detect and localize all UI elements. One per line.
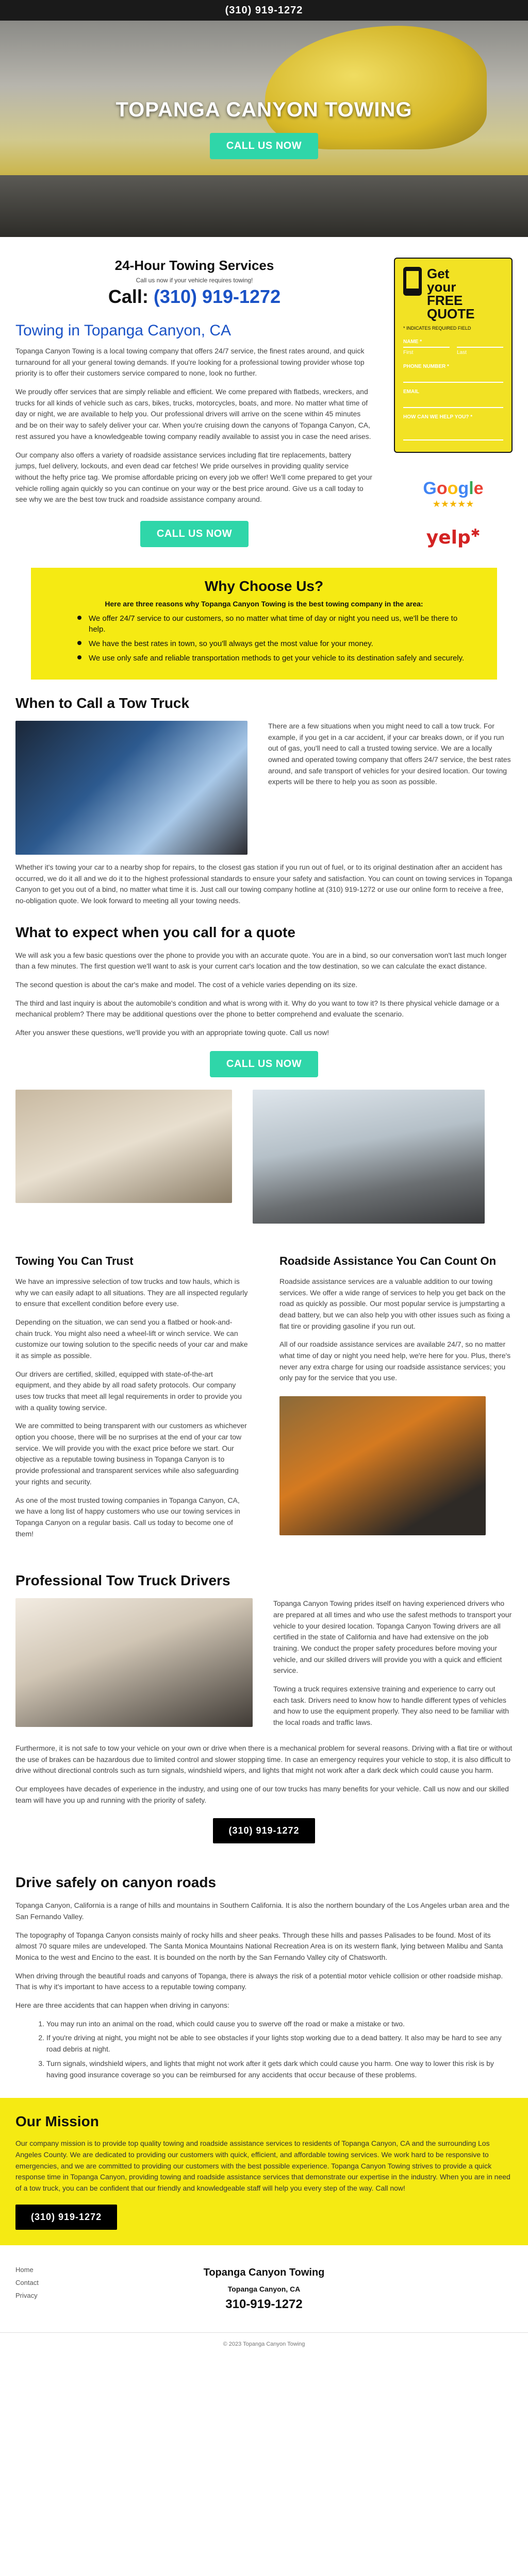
intro-small: Call us now if your vehicle requires tow… — [136, 277, 253, 284]
towing-location-heading: Towing in Topanga Canyon, CA — [15, 322, 232, 339]
expect-heading: What to expect when you call for a quote — [15, 924, 295, 940]
call-label: Call: — [108, 286, 148, 307]
accident-list: You may run into an animal on the road, … — [15, 2019, 513, 2080]
intro-section: 24-Hour Towing Services Call us now if y… — [0, 237, 528, 563]
canyon-p3: When driving through the beautiful roads… — [15, 1971, 503, 1991]
quote-form: Get your FREE QUOTE * INDICATES REQUIRED FI… — [394, 258, 513, 453]
roadside-p2: All of our roadside assistance services … — [279, 1340, 511, 1382]
why-list: We offer 24/7 service to our customers, … — [62, 613, 466, 664]
why-choose-us: Why Choose Us? Here are three reasons wh… — [31, 567, 497, 680]
why-item: We use only safe and reliable transporta… — [77, 653, 466, 664]
broken-car-image — [15, 720, 248, 855]
expect-section: What to expect when you call for a quote… — [0, 919, 528, 1249]
top-phone-bar[interactable]: (310) 919-1272 — [0, 0, 528, 21]
last-name-input[interactable] — [457, 347, 503, 348]
intro-p3: Our company also offers a variety of roa… — [15, 450, 372, 504]
yelp-logo[interactable]: yelp✱ — [394, 527, 513, 548]
drivers-p1: Topanga Canyon Towing prides itself on h… — [273, 1599, 512, 1675]
expect-p4: After you answer these questions, we'll … — [15, 1028, 329, 1037]
intro-p1: Topanga Canyon Towing is a local towing … — [15, 347, 365, 378]
footer-links: Home Contact Privacy — [15, 2261, 119, 2312]
when-p2: Whether it's towing your car to a nearby… — [15, 862, 513, 905]
why-heading: Why Choose Us? — [204, 578, 324, 594]
email-input[interactable] — [403, 407, 503, 408]
help-label: HOW CAN WE HELP YOU? * — [403, 414, 473, 420]
when-p1: There are a few situations when you migh… — [268, 721, 511, 786]
intro-call: Call: (310) 919-1272 — [15, 286, 373, 308]
roadside-p1: Roadside assistance services are a valua… — [279, 1277, 510, 1330]
when-section: When to Call a Tow Truck There are a few… — [0, 690, 528, 919]
hero-road-image — [0, 175, 528, 237]
trust-p4: We are committed to being transparent wi… — [15, 1421, 247, 1486]
canyon-heading: Drive safely on canyon roads — [15, 1874, 217, 1891]
drivers-heading: Professional Tow Truck Drivers — [15, 1572, 230, 1589]
trust-roadside-section: Towing You Can Trust We have an impressi… — [0, 1249, 528, 1552]
phone-label: PHONE NUMBER * — [403, 364, 449, 369]
help-textarea[interactable] — [403, 439, 503, 440]
google-logo: Google — [423, 479, 484, 498]
expect-p1: We will ask you a few basic questions ov… — [15, 951, 507, 971]
canyon-section: Drive safely on canyon roads Topanga Can… — [0, 1869, 528, 2093]
intro-call-button[interactable]: CALL US NOW — [140, 520, 249, 547]
first-name-input[interactable] — [403, 347, 450, 348]
accident-item: Turn signals, windshield wipers, and lig… — [46, 2058, 513, 2080]
canyon-p2: The topography of Topanga Canyon consist… — [15, 1930, 503, 1961]
intro-heading: 24-Hour Towing Services — [114, 258, 274, 273]
footer: Home Contact Privacy Topanga Canyon Towi… — [0, 2245, 528, 2317]
hero-car-image — [265, 26, 487, 149]
accident-item: You may run into an animal on the road, … — [46, 2019, 513, 2030]
intro-p2: We proudly offer services that are simpl… — [15, 387, 371, 440]
trust-p1: We have an impressive selection of tow t… — [15, 1277, 248, 1308]
accident-item: If you're driving at night, you might no… — [46, 2032, 513, 2055]
expect-p2: The second question is about the car's m… — [15, 980, 358, 989]
canyon-p1: Topanga Canyon, California is a range of… — [15, 1901, 510, 1921]
drivers-p2: Towing a truck requires extensive traini… — [273, 1685, 509, 1727]
mission-section: Our Mission Our company mission is to pr… — [0, 2098, 528, 2245]
roadside-heading: Roadside Assistance You Can Count On — [279, 1254, 497, 1267]
why-lead: Here are three reasons why Topanga Canyo… — [105, 599, 423, 608]
mission-phone-button[interactable]: (310) 919-1272 — [15, 2204, 118, 2230]
rating-stars: ★★★★★ — [432, 499, 474, 509]
phone-icon — [403, 267, 422, 296]
email-label: EMAIL — [403, 389, 420, 395]
mission-heading: Our Mission — [15, 2113, 99, 2130]
footer-link-home[interactable]: Home — [15, 2266, 119, 2274]
drivers-section: Professional Tow Truck Drivers Topanga C… — [0, 1567, 528, 1869]
tow-driver-image — [15, 1598, 253, 1727]
why-item: We have the best rates in town, so you'l… — [77, 638, 466, 649]
trust-heading: Towing You Can Trust — [15, 1254, 134, 1267]
footer-link-contact[interactable]: Contact — [15, 2279, 119, 2286]
when-heading: When to Call a Tow Truck — [15, 694, 190, 711]
expect-call-button[interactable]: CALL US NOW — [209, 1050, 319, 1077]
canyon-p4: Here are three accidents that can happen… — [15, 2001, 229, 2010]
hero-title: TOPANGA CANYON TOWING — [116, 98, 412, 121]
footer-company-name: Topanga Canyon Towing — [203, 2266, 325, 2278]
footer-link-privacy[interactable]: Privacy — [15, 2292, 119, 2299]
expect-p3: The third and last inquiry is about the … — [15, 998, 500, 1019]
tire-change-image — [279, 1396, 486, 1535]
call-phone-link[interactable]: (310) 919-1272 — [154, 286, 280, 307]
phone-input[interactable] — [403, 382, 503, 383]
footer-location: Topanga Canyon, CA — [227, 2284, 301, 2293]
trust-p3: Our drivers are certified, skilled, equi… — [15, 1369, 242, 1412]
quote-title: Get your FREE QUOTE — [427, 266, 475, 321]
name-label: NAME * — [403, 339, 422, 345]
tow-truck-image — [253, 1089, 485, 1224]
top-phone[interactable]: (310) 919-1272 — [225, 5, 303, 16]
copyright: © 2023 Topanga Canyon Towing — [0, 2332, 528, 2363]
drivers-p4: Our employees have decades of experience… — [15, 1784, 509, 1804]
trust-p5: As one of the most trusted towing compan… — [15, 1496, 240, 1538]
trust-p2: Depending on the situation, we can send … — [15, 1317, 248, 1360]
mission-p1: Our company mission is to provide top qu… — [15, 2139, 510, 2192]
hero-call-button[interactable]: CALL US NOW — [209, 133, 319, 159]
calculator-image — [15, 1089, 232, 1203]
why-item: We offer 24/7 service to our customers, … — [77, 613, 466, 635]
drivers-phone-button[interactable]: (310) 919-1272 — [213, 1818, 315, 1844]
hero-banner: TOPANGA CANYON TOWING CALL US NOW — [0, 21, 528, 237]
quote-required-note: * INDICATES REQUIRED FIELD — [403, 326, 471, 331]
drivers-p3: Furthermore, it is not safe to tow your … — [15, 1743, 513, 1775]
footer-phone[interactable]: 310-919-1272 — [119, 2297, 409, 2312]
